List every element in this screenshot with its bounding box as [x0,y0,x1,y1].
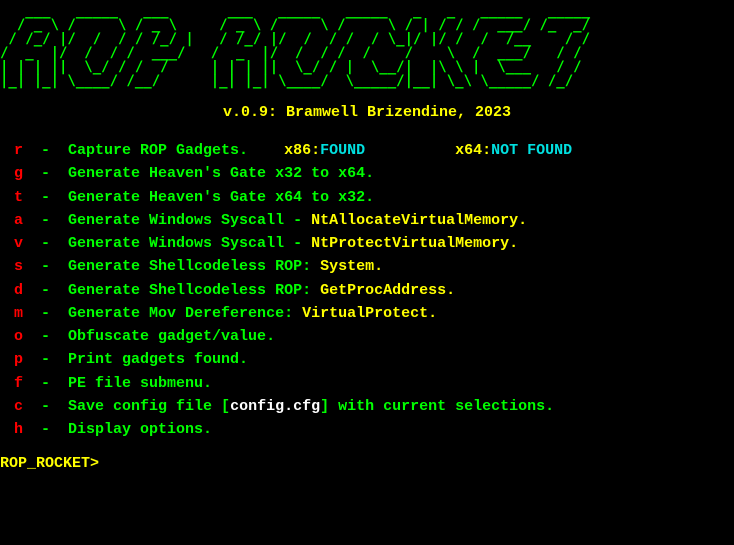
menu-key: v [14,235,23,252]
menu-key: o [14,328,23,345]
menu-desc: PE file submenu. [68,375,212,392]
x64-label: x64: [455,142,491,159]
config-filename: config.cfg [230,398,320,415]
menu-desc: Generate Shellcodeless ROP: [68,282,320,299]
menu-dash: - [23,282,68,299]
menu-item-d[interactable]: d - Generate Shellcodeless ROP: GetProcA… [14,279,720,302]
menu-key: c [14,398,23,415]
menu-list: r - Capture ROP Gadgets. x86:FOUND x64:N… [14,139,720,441]
menu-dash: - [23,398,68,415]
main-content: v.0.9: Bramwell Brizendine, 2023 r - Cap… [0,104,734,441]
menu-item-a[interactable]: a - Generate Windows Syscall - NtAllocat… [14,209,720,232]
menu-desc: Generate Heaven's Gate x32 to x64. [68,165,374,182]
menu-item-c[interactable]: c - Save config file [config.cfg] with c… [14,395,720,418]
menu-desc: Print gadgets found. [68,351,248,368]
menu-key: t [14,189,23,206]
menu-dash: - [23,351,68,368]
menu-highlight: GetProcAddress. [320,282,455,299]
menu-key: d [14,282,23,299]
menu-item-h[interactable]: h - Display options. [14,418,720,441]
menu-item-o[interactable]: o - Obfuscate gadget/value. [14,325,720,348]
menu-item-t[interactable]: t - Generate Heaven's Gate x64 to x32. [14,186,720,209]
menu-item-f[interactable]: f - PE file submenu. [14,372,720,395]
menu-key: g [14,165,23,182]
menu-dash: - [23,212,68,229]
menu-desc: Save config file [ [68,398,230,415]
menu-dash: - [23,328,68,345]
menu-dash: - [23,189,68,206]
menu-desc: Generate Windows Syscall - [68,235,311,252]
menu-dash: - [23,421,68,438]
menu-key: s [14,258,23,275]
menu-key: m [14,305,23,322]
menu-key: a [14,212,23,229]
menu-desc: Generate Mov Dereference: [68,305,302,322]
menu-desc: Generate Heaven's Gate x64 to x32. [68,189,374,206]
ascii-banner: ___ _____ ___ ___ _____ _____ _ _ _____ … [0,0,734,88]
menu-desc: Generate Windows Syscall - [68,212,311,229]
x86-status: FOUND [320,142,365,159]
menu-item-s[interactable]: s - Generate Shellcodeless ROP: System. [14,255,720,278]
prompt-text: ROP_ROCKET> [0,455,99,472]
menu-key: f [14,375,23,392]
menu-item-r[interactable]: r - Capture ROP Gadgets. x86:FOUND x64:N… [14,139,720,162]
menu-highlight: System. [320,258,383,275]
menu-desc: Capture ROP Gadgets. [68,142,248,159]
menu-item-v[interactable]: v - Generate Windows Syscall - NtProtect… [14,232,720,255]
menu-dash: - [23,165,68,182]
x86-label: x86: [284,142,320,159]
menu-highlight: VirtualProtect. [302,305,437,322]
menu-dash: - [23,142,68,159]
menu-key: r [14,142,23,159]
menu-item-p[interactable]: p - Print gadgets found. [14,348,720,371]
x64-status: NOT FOUND [491,142,572,159]
menu-highlight: NtAllocateVirtualMemory. [311,212,527,229]
menu-item-m[interactable]: m - Generate Mov Dereference: VirtualPro… [14,302,720,325]
menu-item-g[interactable]: g - Generate Heaven's Gate x32 to x64. [14,162,720,185]
menu-highlight: NtProtectVirtualMemory. [311,235,518,252]
command-prompt[interactable]: ROP_ROCKET> [0,455,734,472]
menu-desc: Generate Shellcodeless ROP: [68,258,320,275]
menu-key: p [14,351,23,368]
menu-dash: - [23,258,68,275]
menu-desc: Display options. [68,421,212,438]
menu-dash: - [23,305,68,322]
menu-desc: ] with current selections. [320,398,554,415]
menu-desc: Obfuscate gadget/value. [68,328,275,345]
menu-dash: - [23,375,68,392]
menu-key: h [14,421,23,438]
menu-dash: - [23,235,68,252]
version-line: v.0.9: Bramwell Brizendine, 2023 [14,104,720,121]
